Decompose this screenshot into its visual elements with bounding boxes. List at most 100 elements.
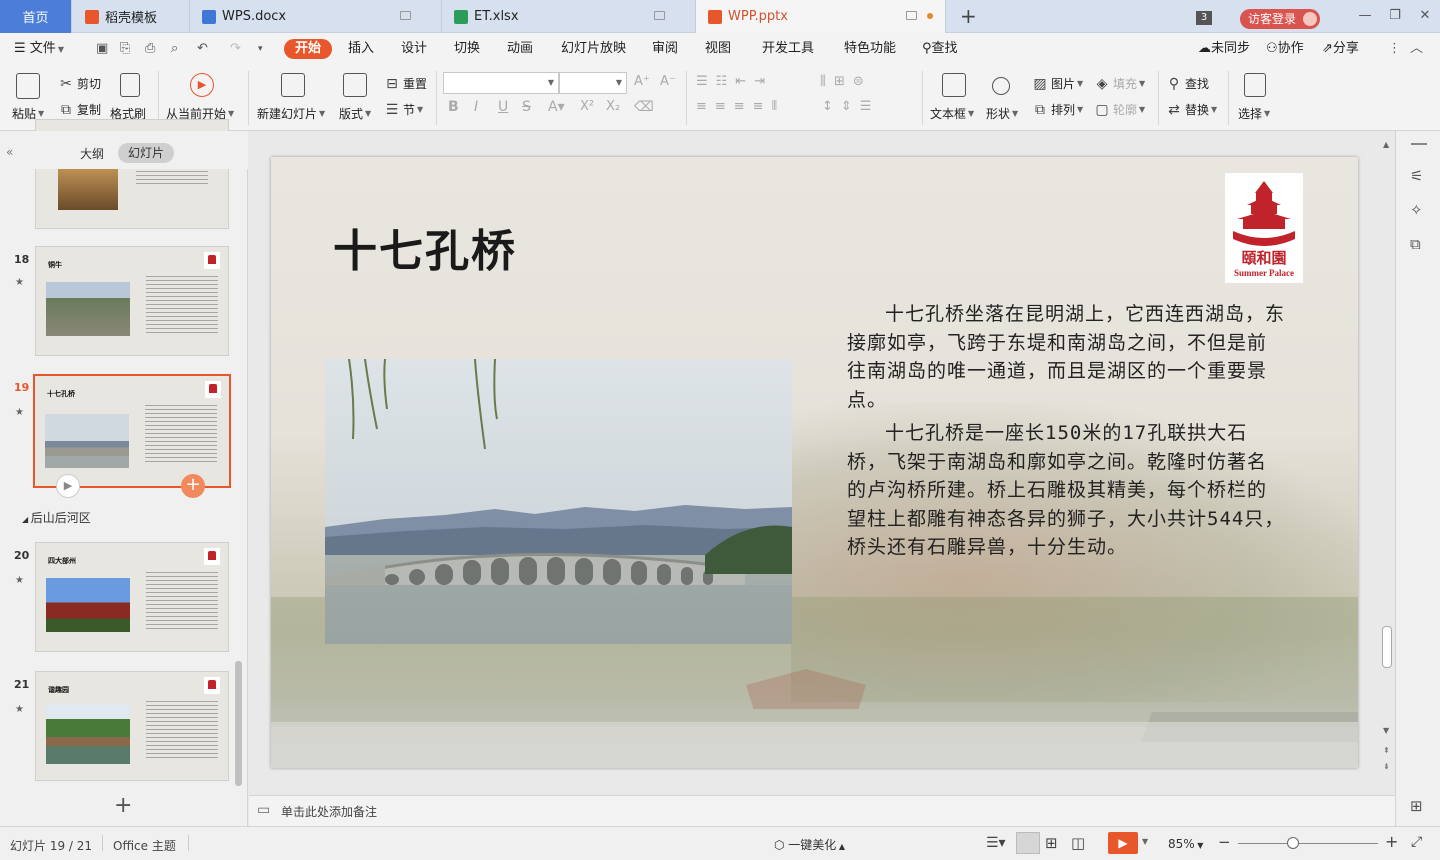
menu-slideshow[interactable]: 幻灯片放映 [561, 39, 626, 59]
outline-button[interactable]: ▢ 轮廓 ▼ [1094, 101, 1145, 118]
sync-button[interactable]: ☁未同步 [1198, 39, 1250, 59]
scroll-up-icon[interactable]: ▲ [1383, 140, 1389, 149]
print-icon[interactable]: ⎙ [145, 39, 155, 59]
menu-animation[interactable]: 动画 [507, 39, 533, 59]
share-button[interactable]: ⇗分享 [1322, 39, 1359, 59]
scroll-down-icon[interactable]: ▼ [1383, 726, 1389, 735]
shape-button[interactable]: 形状 ▼ [986, 71, 1022, 127]
slide-thumbnail-21[interactable]: 谐趣园 [35, 671, 229, 781]
properties-icon[interactable]: ⚟ [1410, 167, 1423, 185]
section-button[interactable]: ☰ 节 ▼ [384, 101, 423, 118]
animation-icon[interactable]: ✧ [1410, 201, 1423, 219]
notes-toggle-icon[interactable]: ☰▾ [986, 835, 1006, 851]
copy-layout-icon[interactable]: ⧉ [1410, 235, 1421, 253]
chevron-down-icon[interactable]: ▼ [1142, 837, 1148, 846]
menu-features[interactable]: 特色功能 [844, 39, 896, 59]
list-controls-icon[interactable]: ☰☷⇤⇥ [696, 74, 773, 89]
menu-insert[interactable]: 插入 [348, 39, 374, 59]
zoom-in-icon[interactable]: + [1385, 832, 1398, 851]
theme-name[interactable]: Office 主题 [113, 837, 176, 854]
section-header[interactable]: ◢ 后山后河区 [22, 509, 91, 526]
font-size-select[interactable]: ▼ [559, 72, 627, 94]
next-slide-icon[interactable]: ⇟ [1383, 762, 1390, 771]
tab-float-icon[interactable] [906, 11, 917, 20]
undo-icon[interactable]: ↶ [197, 39, 208, 59]
tab-float-icon[interactable] [654, 11, 665, 20]
minimize-icon[interactable]: — [1358, 9, 1372, 23]
picture-button[interactable]: ▨ 图片 ▼ [1032, 75, 1083, 92]
file-menu[interactable]: ☰ 文件 ▼ [14, 39, 64, 59]
login-button[interactable]: 访客登录 [1240, 9, 1320, 29]
decrease-font-icon[interactable]: A⁻ [660, 74, 676, 89]
cut-button[interactable]: ✂ 剪切 [58, 75, 101, 92]
menu-view[interactable]: 视图 [705, 39, 731, 59]
text-direction-icon[interactable]: ⫼⊞⊜ [820, 74, 872, 89]
seventeen-arch-bridge-photo[interactable] [325, 359, 792, 644]
slide-canvas[interactable]: 十七孔桥 頤和園 Summer Palace 十七孔桥坐落在昆明湖上，它西连西湖… [271, 157, 1358, 768]
redo-icon[interactable]: ↷ [230, 39, 241, 59]
tab-wpp-pptx[interactable]: WPP.pptx [696, 0, 946, 33]
slide-thumbnail-18[interactable]: 铜牛 [35, 246, 229, 356]
fill-button[interactable]: ◈ 填充 ▼ [1094, 75, 1146, 92]
slide-paragraph-2[interactable]: 十七孔桥是一座长150米的17孔联拱大石桥，飞架于南湖岛和廓如亭之间。乾隆时仿著… [847, 419, 1285, 562]
superscript-icon[interactable]: X² [580, 99, 594, 114]
add-slide-button[interactable]: + [114, 793, 132, 818]
zoom-slider-track[interactable] [1238, 843, 1378, 844]
more-icon[interactable]: ⋮ [1388, 39, 1401, 59]
scroll-thumb[interactable] [1382, 626, 1392, 668]
find-button[interactable]: ⚲ 查找 [1166, 75, 1209, 92]
tab-float-icon[interactable] [400, 11, 411, 20]
font-color-icon[interactable]: A▾ [548, 99, 565, 115]
prev-slide-icon[interactable]: ⇞ [1383, 746, 1390, 755]
reset-button[interactable]: ⊟ 重置 [384, 75, 427, 92]
layout-button[interactable]: 版式 ▼ [339, 71, 375, 127]
subscript-icon[interactable]: X₂ [606, 99, 620, 114]
zoom-out-icon[interactable]: − [1218, 833, 1231, 851]
reading-view-icon[interactable]: ◫ [1071, 834, 1085, 852]
menu-review[interactable]: 审阅 [652, 39, 678, 59]
window-count-badge[interactable]: 3 [1196, 11, 1212, 25]
collapse-ribbon-icon[interactable]: ︿ [1410, 39, 1423, 59]
tab-slides[interactable]: 幻灯片 [118, 143, 174, 163]
strikethrough-icon[interactable]: S [522, 99, 531, 115]
quick-access-dropdown-icon[interactable]: ▾ [258, 39, 263, 59]
grid-view-icon[interactable]: ⊞ [1410, 797, 1423, 815]
new-slide-button[interactable]: 新建幻灯片 ▼ [257, 71, 331, 127]
fit-window-icon[interactable]: ⤢ [1411, 834, 1422, 850]
align-icon[interactable]: ≡≡≡≡⫴ [696, 99, 785, 114]
add-slide-icon[interactable]: + [181, 474, 205, 498]
restore-icon[interactable]: ❐ [1388, 9, 1402, 23]
clear-format-icon[interactable]: ⌫ [634, 99, 654, 115]
zoom-slider-handle[interactable] [1287, 837, 1299, 849]
beautify-button[interactable]: ⬡ 一键美化 ▲ [774, 836, 845, 853]
zoom-select[interactable]: 85% ▼ [1168, 837, 1203, 851]
italic-icon[interactable]: I [474, 99, 478, 115]
notes-pane[interactable]: ▭ 单击此处添加备注 [249, 795, 1395, 826]
increase-font-icon[interactable]: A⁺ [634, 74, 650, 89]
close-icon[interactable]: ✕ [1418, 9, 1432, 23]
menu-search[interactable]: ⚲查找 [922, 39, 958, 59]
font-family-select[interactable]: ▼ [443, 72, 559, 94]
menu-developer[interactable]: 开发工具 [762, 39, 814, 59]
select-button[interactable]: 选择 ▼ [1236, 71, 1276, 127]
slide-thumbnail-20[interactable]: 四大部州 [35, 542, 229, 652]
slide-sorter-icon[interactable]: ⊞ [1045, 834, 1058, 852]
menu-start[interactable]: 开始 [284, 39, 333, 59]
tab-docer[interactable]: 稻壳模板 [73, 0, 190, 33]
tab-et-xlsx[interactable]: ET.xlsx [442, 0, 696, 33]
replace-button[interactable]: ⇄ 替换 ▼ [1166, 101, 1217, 118]
new-tab-button[interactable]: + [960, 4, 977, 28]
line-spacing-icon[interactable]: ↕⇕☰ [822, 99, 879, 114]
tab-wps-docx[interactable]: WPS.docx [190, 0, 442, 33]
tab-outline[interactable]: 大纲 [80, 145, 104, 162]
output-icon[interactable]: ⎘ [120, 39, 130, 59]
editor-scrollbar[interactable]: ▲ ▼ ⇞ ⇟ [1382, 140, 1392, 780]
normal-view-icon[interactable] [1016, 832, 1040, 854]
panel-scrollbar[interactable] [235, 661, 242, 786]
bold-icon[interactable]: B [448, 99, 459, 115]
textbox-button[interactable]: 文本框 ▼ [930, 71, 978, 127]
slide-title[interactable]: 十七孔桥 [333, 215, 517, 279]
play-slide-icon[interactable]: ▶ [56, 474, 80, 498]
arrange-button[interactable]: ⧉ 排列 ▼ [1032, 101, 1083, 118]
collapse-panel-icon[interactable]: « [6, 145, 13, 159]
